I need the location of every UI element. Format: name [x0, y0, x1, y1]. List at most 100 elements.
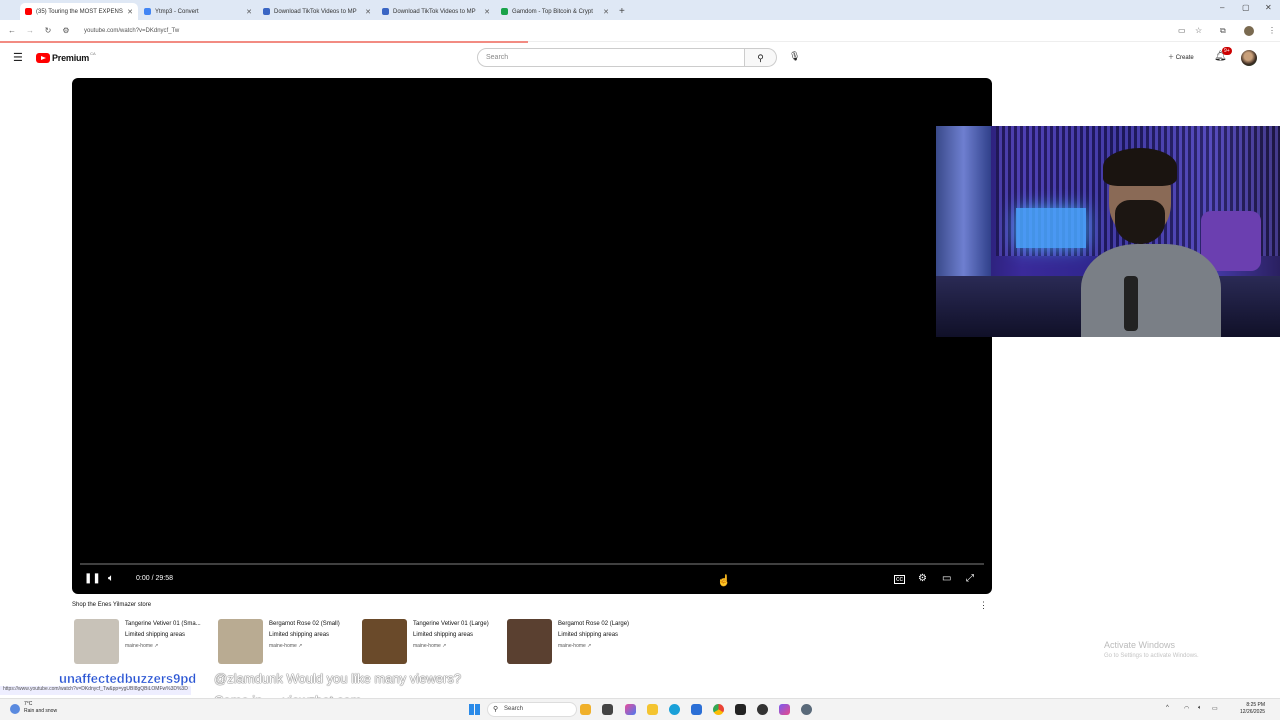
logo-region: CA [90, 50, 96, 56]
create-button[interactable]: ＋ Create [1162, 50, 1200, 66]
voice-search-icon[interactable]: 🎙︎ [789, 51, 800, 62]
product-name: Tangerine Vetiver 01 (Large) [413, 621, 489, 627]
chrome-icon[interactable] [713, 704, 724, 715]
product-thumbnail[interactable] [362, 619, 407, 664]
network-icon[interactable]: ◠ [1184, 705, 1189, 712]
product-shipping: Limited shipping areas [413, 632, 474, 638]
shop-product-card[interactable]: Bergamot Rose 02 (Small) Limited shipping… [218, 619, 358, 665]
tab-close-icon[interactable]: ✕ [246, 8, 252, 16]
settings-icon[interactable] [801, 704, 812, 715]
copilot-icon[interactable] [625, 704, 636, 715]
browser-tab[interactable]: Download TikTok Videos to MP ✕ [258, 3, 376, 20]
reload-icon[interactable]: ↻ [42, 26, 54, 35]
product-store-link[interactable]: maine-home ↗ [413, 643, 446, 649]
pause-icon[interactable]: ❚❚ [84, 573, 101, 584]
profile-avatar[interactable] [1244, 26, 1254, 36]
new-tab-button[interactable]: + [619, 3, 625, 20]
volume-icon[interactable]: 🔈︎ [108, 573, 114, 584]
cast-icon[interactable]: ▭ [1178, 26, 1186, 35]
shop-product-card[interactable]: Tangerine Vetiver 01 (Sma... Limited ship… [74, 619, 214, 665]
theater-mode-icon[interactable]: ▭ [942, 573, 951, 584]
shop-product-card[interactable]: Tangerine Vetiver 01 (Large) Limited ship… [362, 619, 502, 665]
weather-icon[interactable] [10, 704, 20, 714]
search-button[interactable]: ⚲ [745, 48, 777, 67]
start-windows-icon[interactable] [469, 704, 480, 715]
youtube-play-icon [36, 53, 50, 63]
product-thumbnail[interactable] [74, 619, 119, 664]
back-icon[interactable]: ← [6, 26, 18, 35]
product-store-link[interactable]: maine-home ↗ [558, 643, 591, 649]
plus-icon: ＋ [1168, 55, 1175, 61]
weather-widget[interactable]: 7°C Rain and snow [24, 701, 57, 715]
browser-tab-strip: (35) Touring the MOST EXPENS ✕ Ytmp3 - Con… [0, 0, 1280, 20]
time-display: 0:00 / 29:58 [136, 575, 173, 582]
product-thumbnail[interactable] [507, 619, 552, 664]
shop-product-card[interactable]: Bergamot Rose 02 (Large) Limited shipping… [507, 619, 647, 665]
search-input[interactable]: Search [477, 48, 745, 67]
extensions-icon[interactable]: ⧉ [1220, 26, 1226, 36]
product-thumbnail[interactable] [218, 619, 263, 664]
terminal-icon[interactable] [735, 704, 746, 715]
product-store-link[interactable]: maine-home ↗ [125, 643, 158, 649]
browser-menu-icon[interactable]: ⋮ [1268, 26, 1276, 35]
activate-windows-watermark: Activate Windows Go to Settings to activ… [1104, 640, 1199, 659]
close-window-icon[interactable]: ✕ [1265, 3, 1272, 12]
minimize-icon[interactable]: – [1220, 3, 1224, 12]
notification-badge: 9+ [1222, 47, 1232, 55]
speaker-icon[interactable]: 🔈︎ [1198, 705, 1202, 712]
activate-line1: Activate Windows [1104, 640, 1176, 650]
tab-close-icon[interactable]: ✕ [484, 8, 490, 16]
browser-tab[interactable]: Ytmp3 - Convert ✕ [139, 3, 257, 20]
more-options-icon[interactable]: ⋮ [979, 600, 988, 611]
video-player[interactable]: ❚❚ 🔈︎ 0:00 / 29:58 ☝ cc ⚙ ▭ ⤢ [72, 78, 992, 594]
maximize-icon[interactable]: ▢ [1242, 3, 1250, 12]
product-store-link[interactable]: maine-home ↗ [269, 643, 302, 649]
product-shipping: Limited shipping areas [125, 632, 186, 638]
battery-icon[interactable]: ▭ [1212, 705, 1218, 712]
streamer-webcam [936, 126, 1280, 337]
task-view-icon[interactable] [602, 704, 613, 715]
app-icon[interactable] [779, 704, 790, 715]
tab-favicon-icon [144, 8, 151, 15]
taskbar-clock[interactable]: 8:25 PM 12/26/2025 [1240, 702, 1265, 716]
forward-icon[interactable]: → [24, 26, 36, 35]
account-avatar[interactable] [1241, 50, 1257, 66]
product-name: Tangerine Vetiver 01 (Sma... [125, 621, 201, 627]
bookmark-star-icon[interactable]: ☆ [1195, 26, 1202, 35]
address-bar: ← → ↻ ⚙ youtube.com/watch?v=DKdnycf_Tw [0, 20, 1280, 42]
browser-tab[interactable]: Download TikTok Videos to MP ✕ [377, 3, 495, 20]
tab-favicon-icon [382, 8, 389, 15]
chat-username: unaffectedbuzzers9pd [59, 671, 197, 686]
youtube-header: ☰ Premium CA Search ⚲ 🎙︎ ＋ Create 🔔︎ 9+ [0, 44, 1280, 72]
tab-close-icon[interactable]: ✕ [365, 8, 371, 16]
captions-icon[interactable]: cc [894, 575, 905, 584]
windows-taskbar: 7°C Rain and snow ⚲ Search ^ ◠ 🔈︎ ▭ 8:25… [0, 698, 1280, 720]
settings-gear-icon[interactable]: ⚙ [918, 573, 927, 584]
tab-favicon-icon [263, 8, 270, 15]
clock-time: 8:25 PM [1246, 702, 1266, 708]
taskbar-search[interactable]: ⚲ Search [487, 702, 577, 717]
microphone [1124, 276, 1138, 331]
product-name: Bergamot Rose 02 (Large) [558, 621, 630, 627]
tab-title: Download TikTok Videos to MP [274, 8, 357, 15]
taskbar-app-widgets-icon[interactable] [580, 704, 591, 715]
store-icon[interactable] [691, 704, 702, 715]
tab-close-icon[interactable]: ✕ [603, 8, 609, 16]
tab-favicon-icon [25, 8, 32, 15]
browser-tab[interactable]: Gamdom - Top Bitcoin & Crypt ✕ [496, 3, 614, 20]
site-info-icon[interactable]: ⚙ [60, 26, 72, 35]
product-shipping: Limited shipping areas [558, 632, 619, 638]
file-explorer-icon[interactable] [647, 704, 658, 715]
clock-date: 12/26/2025 [1240, 709, 1266, 715]
url-field[interactable]: youtube.com/watch?v=DKdnycf_Tw [84, 28, 179, 34]
obs-icon[interactable] [757, 704, 768, 715]
fullscreen-icon[interactable]: ⤢ [966, 573, 974, 584]
edge-icon[interactable] [669, 704, 680, 715]
hamburger-menu-icon[interactable]: ☰ [13, 51, 23, 64]
tray-chevron-icon[interactable]: ^ [1166, 705, 1169, 711]
video-progress-bar[interactable] [80, 563, 984, 565]
tab-close-icon[interactable]: ✕ [127, 8, 133, 16]
youtube-premium-logo[interactable]: Premium CA [36, 50, 96, 63]
browser-tab[interactable]: (35) Touring the MOST EXPENS ✕ [20, 3, 138, 20]
mouse-cursor-icon: ☝ [717, 575, 731, 587]
